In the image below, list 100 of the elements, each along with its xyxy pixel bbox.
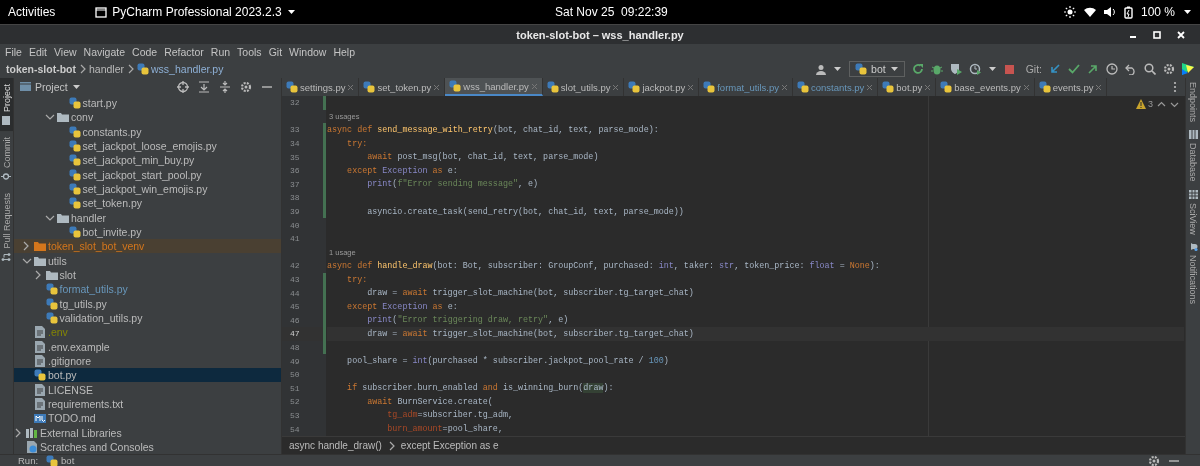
menu-item[interactable]: File <box>5 46 22 58</box>
menu-item[interactable]: Code <box>132 46 158 58</box>
python-file-icon <box>940 81 953 93</box>
menu-item[interactable]: View <box>54 46 77 58</box>
breadcrumb-item[interactable]: except Exception as e <box>400 440 499 451</box>
maximize-icon[interactable] <box>1152 30 1162 40</box>
expand-all-icon[interactable] <box>198 80 210 93</box>
menu-item[interactable]: Edit <box>28 46 47 58</box>
tree-item[interactable]: token_slot_bot_venv <box>14 239 281 254</box>
clock[interactable]: Sat Nov 25 09:22:39 <box>555 5 668 19</box>
run-tab[interactable]: bot <box>46 454 75 466</box>
breadcrumb-item[interactable]: wss_handler.py <box>137 63 224 75</box>
menu-item[interactable]: Refactor <box>164 46 204 58</box>
tree-item[interactable]: tg_utils.py <box>14 296 281 311</box>
editor-tab[interactable]: format_utils.py <box>699 78 793 96</box>
menu-item[interactable]: Window <box>289 46 327 58</box>
folder-icon <box>34 254 46 267</box>
menu-item[interactable]: Help <box>333 46 355 58</box>
tree-item[interactable]: start.py <box>14 95 281 111</box>
tree-item[interactable]: set_jackpot_min_buy.py <box>14 153 281 168</box>
stop-icon[interactable] <box>1003 63 1015 75</box>
tree-item[interactable]: bot_invite.py <box>14 224 281 240</box>
crosshair-icon[interactable] <box>177 80 189 93</box>
text-file-icon <box>34 397 46 410</box>
tree-item[interactable]: TODO.md <box>14 411 281 426</box>
user-icon[interactable] <box>816 63 827 75</box>
editor-tab[interactable]: constants.py <box>793 78 879 96</box>
tree-item[interactable]: conv <box>14 110 281 125</box>
warning-count[interactable]: 3 <box>1136 99 1153 109</box>
run-config-dropdown[interactable]: bot <box>849 61 905 77</box>
search-icon[interactable] <box>1144 63 1156 75</box>
tool-window-tab[interactable]: Endpoints <box>1186 78 1200 127</box>
chevron-up-icon[interactable] <box>1157 99 1166 109</box>
editor-tab[interactable]: events.py <box>1034 78 1108 96</box>
tree-item[interactable]: constants.py <box>14 124 281 139</box>
project-icon <box>1 115 12 125</box>
tree-item[interactable]: handler <box>14 210 281 225</box>
tree-item[interactable]: set_jackpot_start_pool.py <box>14 167 281 182</box>
tree-item[interactable]: utils <box>14 253 281 268</box>
tree-item[interactable]: .env.example <box>14 339 281 354</box>
tool-window-tab[interactable]: Notifications <box>1186 238 1200 309</box>
tree-item[interactable]: validation_utils.py <box>14 310 281 326</box>
line-number: 43 <box>290 275 300 284</box>
project-view-dropdown[interactable]: Project <box>20 80 81 93</box>
app-logo-icon[interactable] <box>1182 63 1194 75</box>
caret-icon[interactable] <box>833 65 843 73</box>
line-number: 41 <box>290 234 300 244</box>
editor-tab[interactable]: wss_handler.py <box>445 78 543 96</box>
tree-item[interactable]: slot <box>14 267 281 283</box>
tree-item[interactable]: Scratches and Consoles <box>14 439 281 454</box>
breadcrumb-item[interactable]: token-slot-bot <box>6 63 76 75</box>
tool-window-tab[interactable]: Pull Requests <box>0 187 13 268</box>
tree-item[interactable]: External Libraries <box>14 425 281 440</box>
clock-icon[interactable] <box>1106 63 1118 75</box>
line-number: 37 <box>290 179 300 189</box>
undo-icon[interactable] <box>1125 63 1137 75</box>
caret-icon[interactable] <box>987 65 997 73</box>
menu-item[interactable]: Navigate <box>83 46 126 58</box>
menu-item[interactable]: Run <box>210 46 231 58</box>
menu-item[interactable]: Git <box>268 46 283 58</box>
tree-item[interactable]: set_token.py <box>14 196 281 211</box>
tree-item[interactable]: bot.py <box>14 368 281 383</box>
rerun-icon[interactable] <box>911 63 924 75</box>
editor-tab[interactable]: jackpot.py <box>624 78 700 96</box>
settings-icon[interactable] <box>1148 454 1160 466</box>
collapse-all-icon[interactable] <box>219 80 231 93</box>
tree-item[interactable]: set_jackpot_win_emojis.py <box>14 181 281 197</box>
menu-item[interactable]: Tools <box>237 46 262 58</box>
more-icon[interactable] <box>1173 81 1177 93</box>
tree-item[interactable]: .gitignore <box>14 353 281 369</box>
editor-tab[interactable]: base_events.py <box>936 78 1035 96</box>
editor-tab[interactable]: slot_utils.py <box>542 78 625 96</box>
caret-icon <box>71 82 81 91</box>
activities-button[interactable]: Activities <box>8 5 56 19</box>
code-line: try: <box>346 138 368 149</box>
app-menu[interactable]: PyCharm Professional 2023.2.3 <box>95 5 296 19</box>
text-file-icon <box>34 340 46 353</box>
shield-run-icon[interactable] <box>949 63 962 75</box>
tool-window-tab[interactable]: Project <box>0 78 13 131</box>
caret-icon[interactable] <box>1183 8 1192 16</box>
tree-item[interactable]: format_utils.py <box>14 282 281 297</box>
bug-icon[interactable] <box>930 63 943 75</box>
tool-window-tab[interactable]: Database <box>1186 126 1200 186</box>
bell-icon <box>1188 242 1198 253</box>
tool-window-tab[interactable]: SciView <box>1186 185 1200 239</box>
settings-icon[interactable] <box>240 80 252 93</box>
tool-window-tab[interactable]: Commit <box>0 131 13 187</box>
tree-item[interactable]: set_jackpot_loose_emojis.py <box>14 138 281 154</box>
clock-run-icon[interactable] <box>968 63 981 75</box>
editor-tab[interactable]: bot.py <box>878 78 937 96</box>
tree-item[interactable]: requirements.txt <box>14 396 281 411</box>
breadcrumb-item[interactable]: async handle_draw() <box>289 440 382 451</box>
arrow-down-left-icon[interactable] <box>1049 63 1061 75</box>
tree-item[interactable]: LICENSE <box>14 382 281 397</box>
scratch-file-icon <box>26 440 38 453</box>
arrow-up-right-icon[interactable] <box>1087 63 1099 75</box>
python-file-icon <box>363 81 376 93</box>
breadcrumb-item[interactable]: handler <box>89 63 125 75</box>
settings-icon[interactable] <box>1163 63 1175 75</box>
checkmark-icon[interactable] <box>1068 63 1080 75</box>
